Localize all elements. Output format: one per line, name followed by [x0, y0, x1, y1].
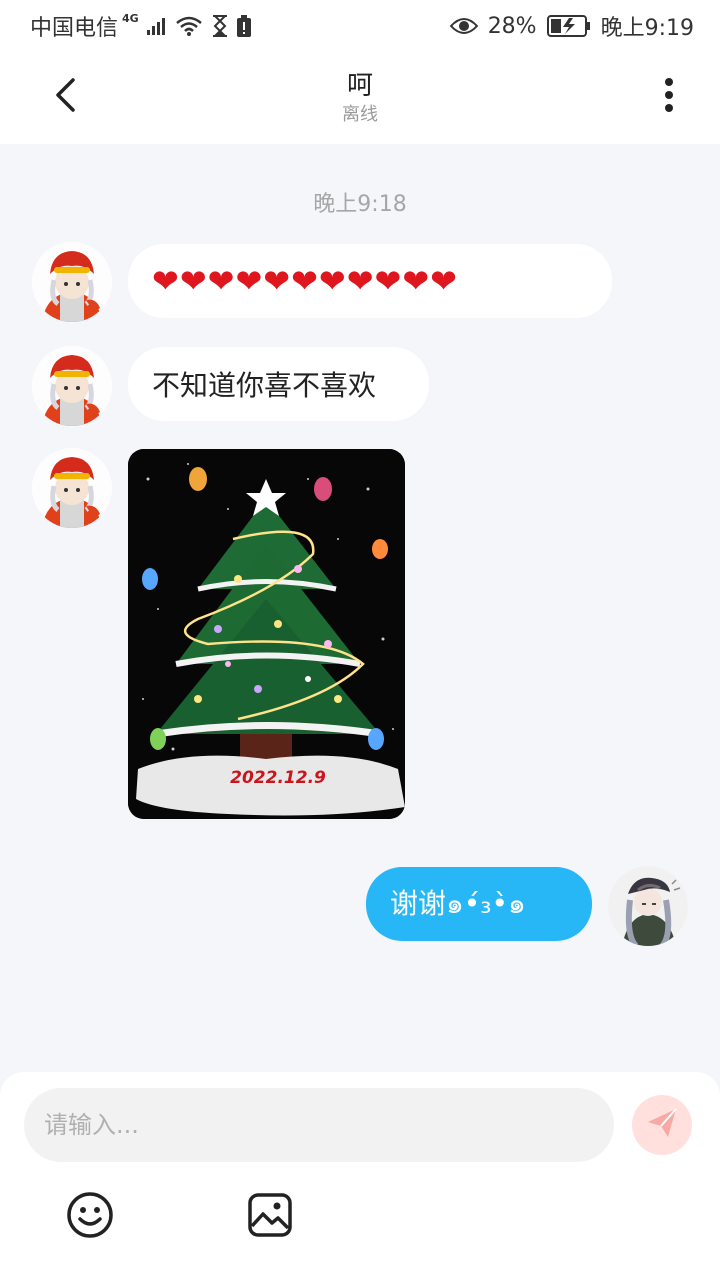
composer-bar: [0, 1072, 720, 1280]
image-message[interactable]: 2022.12.9: [128, 449, 405, 819]
wifi-icon: [175, 15, 203, 37]
signal-icon: [146, 17, 167, 35]
battery-charging-icon: [546, 15, 591, 37]
contact-name: 呵: [346, 71, 373, 101]
more-vertical-icon: [664, 77, 674, 117]
hourglass-icon: [211, 15, 229, 37]
back-button[interactable]: [40, 72, 90, 122]
message-input[interactable]: [24, 1088, 614, 1162]
smiley-icon: [66, 1191, 114, 1243]
eye-icon: [449, 16, 478, 36]
carrier-name: 中国电信: [30, 16, 119, 41]
paper-plane-icon: [645, 1106, 679, 1144]
clock-time: 晚上9:19: [600, 16, 694, 41]
christmas-tree-image: 2022.12.9: [128, 449, 405, 819]
message-timestamp: 晚上9:18: [313, 192, 407, 217]
image-icon: [247, 1192, 293, 1242]
chat-screen: 中国电信 4G 28% 晚上9:19 呵 离线 晚上9:18 ❤❤❤❤❤❤❤❤❤…: [0, 0, 720, 1280]
message-text: ❤❤❤❤❤❤❤❤❤❤❤: [152, 262, 458, 300]
chat-header: 呵 离线: [0, 52, 720, 144]
message-bubble-received[interactable]: ❤❤❤❤❤❤❤❤❤❤❤: [128, 244, 612, 318]
image-picker-button[interactable]: [245, 1192, 295, 1242]
message-text: 不知道你喜不喜欢: [152, 369, 377, 402]
contact-avatar[interactable]: [32, 448, 112, 528]
message-text: 谢谢๑•́₃•̀๑: [390, 887, 526, 920]
contact-status: 离线: [342, 104, 378, 125]
battery-percent: 28%: [487, 13, 537, 39]
send-button[interactable]: [632, 1095, 692, 1155]
chevron-left-icon: [53, 77, 77, 117]
status-left: 中国电信 4G: [30, 10, 251, 42]
status-bar: 中国电信 4G 28% 晚上9:19: [0, 0, 720, 52]
emoji-button[interactable]: [65, 1192, 115, 1242]
message-bubble-sent[interactable]: 谢谢๑•́₃•̀๑: [366, 867, 592, 941]
title-block: 呵 离线: [342, 69, 378, 127]
contact-avatar[interactable]: [32, 242, 112, 322]
status-right: 28% 晚上9:19: [449, 10, 694, 42]
message-list[interactable]: 晚上9:18 ❤❤❤❤❤❤❤❤❤❤❤ 不知道你喜不喜欢 2022.12.9 谢谢…: [0, 144, 720, 1072]
contact-avatar[interactable]: [32, 346, 112, 426]
my-avatar[interactable]: [608, 866, 688, 946]
more-button[interactable]: [644, 72, 694, 122]
message-bubble-received[interactable]: 不知道你喜不喜欢: [128, 347, 429, 421]
network-type: 4G: [122, 11, 139, 25]
alert-battery-icon: [236, 15, 251, 37]
image-caption: 2022.12.9: [230, 768, 326, 788]
